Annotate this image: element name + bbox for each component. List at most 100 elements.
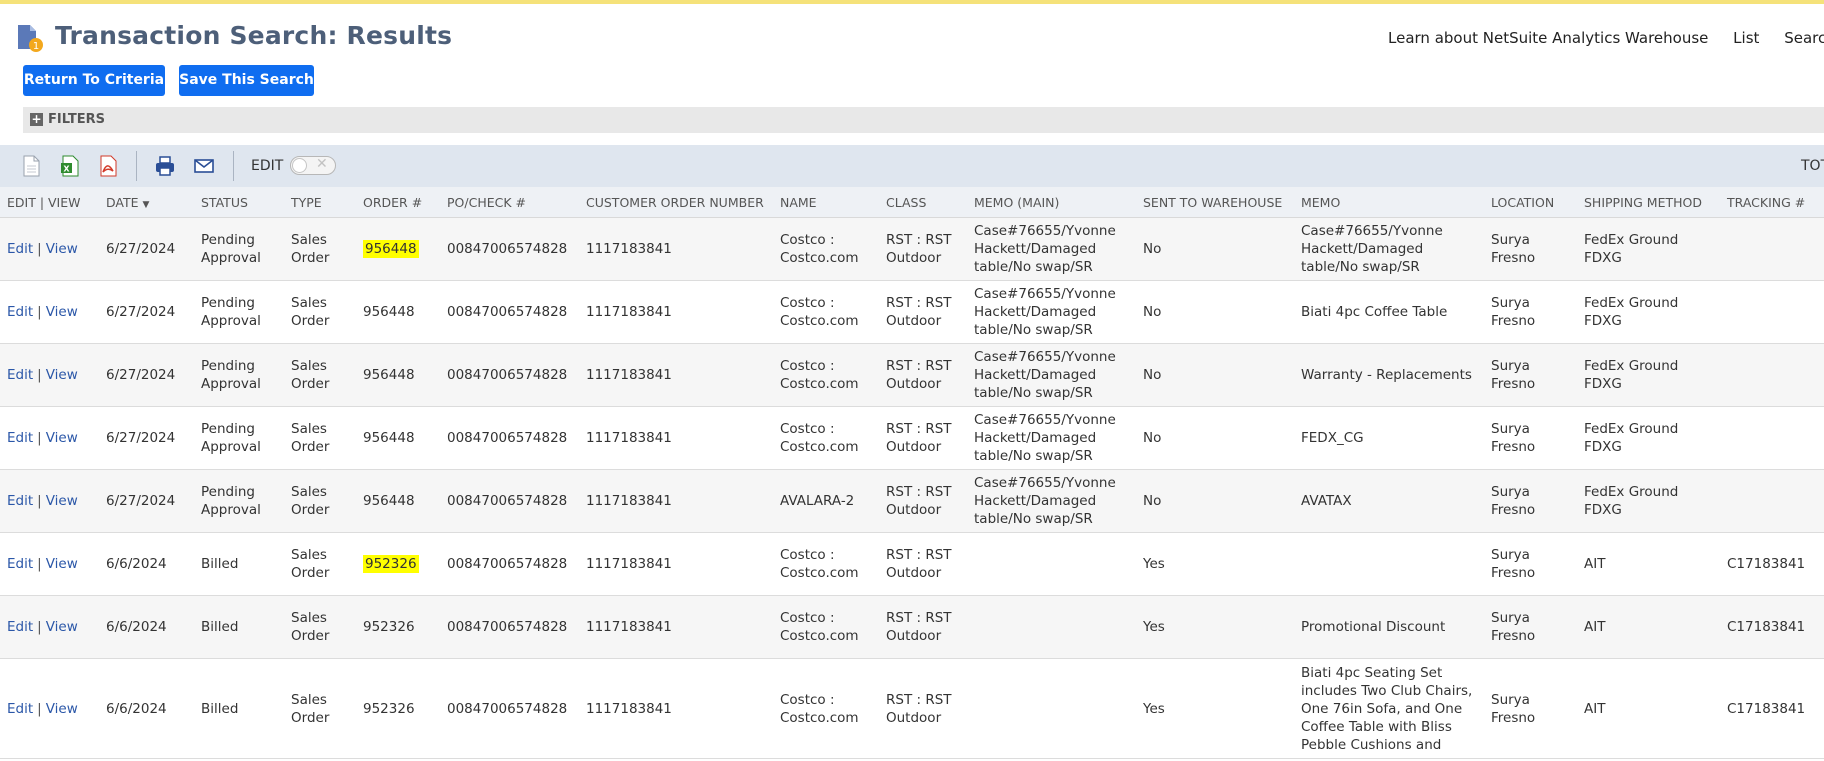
return-to-criteria-button[interactable]: Return To Criteria	[23, 65, 165, 96]
cell-tracking	[1720, 280, 1824, 344]
cell-order-number-text: 952326	[363, 619, 415, 635]
edit-link[interactable]: Edit	[7, 241, 33, 257]
cell-date-text: 6/6/2024	[106, 700, 167, 717]
col-location[interactable]: LOCATION	[1484, 187, 1577, 218]
cell-class-text: RST : RST Outdoor	[886, 610, 952, 644]
edit-link[interactable]: Edit	[7, 430, 33, 446]
cell-class-text: RST : RST Outdoor	[886, 421, 952, 455]
csv-icon[interactable]	[20, 155, 42, 177]
cell-po-check: 00847006574828	[440, 280, 579, 344]
cell-tracking	[1720, 406, 1824, 470]
cell-class: RST : RST Outdoor	[879, 532, 967, 596]
cell-name: Costco : Costco.com	[773, 406, 879, 470]
col-memo[interactable]: MEMO	[1294, 187, 1484, 218]
cell-memo-main-text: Case#76655/Yvonne Hackett/Damaged table/…	[974, 475, 1116, 527]
cell-po-check: 00847006574828	[440, 532, 579, 596]
col-class[interactable]: CLASS	[879, 187, 967, 218]
view-link[interactable]: View	[46, 619, 78, 635]
col-shipping-method[interactable]: SHIPPING METHOD	[1577, 187, 1720, 218]
table-row: Edit | View 6/6/2024 Billed Sales Order 952326…	[0, 532, 1824, 596]
edit-link[interactable]: Edit	[7, 701, 33, 717]
cell-customer-order-number: 1117183841	[579, 658, 773, 759]
edit-link[interactable]: Edit	[7, 304, 33, 320]
cell-memo-text: Promotional Discount	[1301, 619, 1446, 635]
cell-memo: Promotional Discount	[1294, 595, 1484, 659]
cell-memo: AVATAX	[1294, 469, 1484, 533]
col-order[interactable]: ORDER #	[356, 187, 440, 218]
cell-date-text: 6/27/2024	[106, 367, 176, 383]
cell-memo-main-text: Case#76655/Yvonne Hackett/Damaged table/…	[974, 412, 1116, 464]
cell-type: Sales Order	[284, 280, 356, 344]
top-nav-links: Learn about NetSuite Analytics Warehouse…	[1388, 29, 1824, 49]
edit-link[interactable]: Edit	[7, 367, 33, 383]
cell-shipping-method: AIT	[1577, 658, 1720, 759]
cell-customer-order-number-text: 1117183841	[586, 700, 672, 717]
edit-label: EDIT	[251, 158, 284, 174]
cell-name-text: Costco : Costco.com	[780, 232, 859, 266]
analytics-warehouse-link[interactable]: Learn about NetSuite Analytics Warehouse	[1388, 29, 1708, 47]
cell-customer-order-number-text: 1117183841	[586, 619, 672, 635]
cell-po-check: 00847006574828	[440, 595, 579, 659]
view-link[interactable]: View	[46, 367, 78, 383]
view-link[interactable]: View	[46, 493, 78, 509]
col-tracking[interactable]: TRACKING #	[1720, 187, 1824, 218]
cell-class: RST : RST Outdoor	[879, 280, 967, 344]
view-link[interactable]: View	[46, 556, 78, 572]
cell-sent-to-warehouse: Yes	[1136, 658, 1294, 759]
cell-type: Sales Order	[284, 217, 356, 281]
print-icon[interactable]	[154, 155, 176, 177]
view-link[interactable]: View	[46, 304, 78, 320]
col-date[interactable]: DATE ▼	[99, 187, 194, 218]
cell-class: RST : RST Outdoor	[879, 469, 967, 533]
cell-type-text: Sales Order	[291, 547, 330, 581]
cell-status: Pending Approval	[194, 217, 284, 281]
cell-customer-order-number-text: 1117183841	[586, 241, 672, 257]
view-link[interactable]: View	[46, 430, 78, 446]
filters-bar[interactable]: + FILTERS	[23, 107, 1824, 133]
cell-edit-view: Edit | View	[0, 280, 99, 344]
expand-plus-icon[interactable]: +	[30, 113, 43, 126]
pdf-icon[interactable]	[97, 155, 119, 177]
link-separator: |	[37, 430, 42, 446]
search-link[interactable]: Search	[1784, 29, 1824, 47]
col-po-check[interactable]: PO/CHECK #	[440, 187, 579, 218]
cell-name: AVALARA-2	[773, 469, 879, 533]
cell-class-text: RST : RST Outdoor	[886, 295, 952, 329]
cell-location-text: Surya Fresno	[1491, 358, 1536, 392]
filters-label: FILTERS	[48, 112, 105, 127]
col-type[interactable]: TYPE	[284, 187, 356, 218]
link-separator: |	[37, 367, 42, 383]
col-memo-main[interactable]: MEMO (MAIN)	[967, 187, 1136, 218]
cell-shipping-method-text: FedEx Ground FDXG	[1584, 421, 1679, 455]
cell-po-check: 00847006574828	[440, 343, 579, 407]
cell-status-text: Pending Approval	[201, 232, 261, 266]
cell-type: Sales Order	[284, 406, 356, 470]
cell-name-text: AVALARA-2	[780, 493, 855, 509]
view-link[interactable]: View	[46, 241, 78, 257]
cell-date: 6/27/2024	[99, 217, 194, 281]
view-link[interactable]: View	[46, 701, 78, 717]
list-link[interactable]: List	[1733, 29, 1759, 47]
cell-class-text: RST : RST Outdoor	[886, 484, 952, 518]
cell-sent-to-warehouse: No	[1136, 343, 1294, 407]
col-sent-to-warehouse[interactable]: SENT TO WAREHOUSE	[1136, 187, 1294, 218]
save-this-search-button[interactable]: Save This Search	[179, 65, 314, 96]
col-status[interactable]: STATUS	[194, 187, 284, 218]
cell-name: Costco : Costco.com	[773, 595, 879, 659]
cell-location-text: Surya Fresno	[1491, 484, 1536, 518]
col-customer-order-number[interactable]: CUSTOMER ORDER NUMBER	[579, 187, 773, 218]
excel-icon[interactable]: X	[59, 155, 81, 177]
col-name[interactable]: NAME	[773, 187, 879, 218]
edit-toggle[interactable]: ✕	[290, 156, 336, 175]
cell-location-text: Surya Fresno	[1491, 232, 1536, 266]
edit-link[interactable]: Edit	[7, 493, 33, 509]
cell-customer-order-number: 1117183841	[579, 532, 773, 596]
email-icon[interactable]	[193, 155, 215, 177]
link-separator: |	[37, 241, 42, 257]
edit-link[interactable]: Edit	[7, 619, 33, 635]
cell-tracking	[1720, 217, 1824, 281]
cell-order-number: 956448	[356, 280, 440, 344]
cell-date-text: 6/27/2024	[106, 304, 176, 320]
transaction-search-icon: 1	[18, 25, 43, 52]
edit-link[interactable]: Edit	[7, 556, 33, 572]
